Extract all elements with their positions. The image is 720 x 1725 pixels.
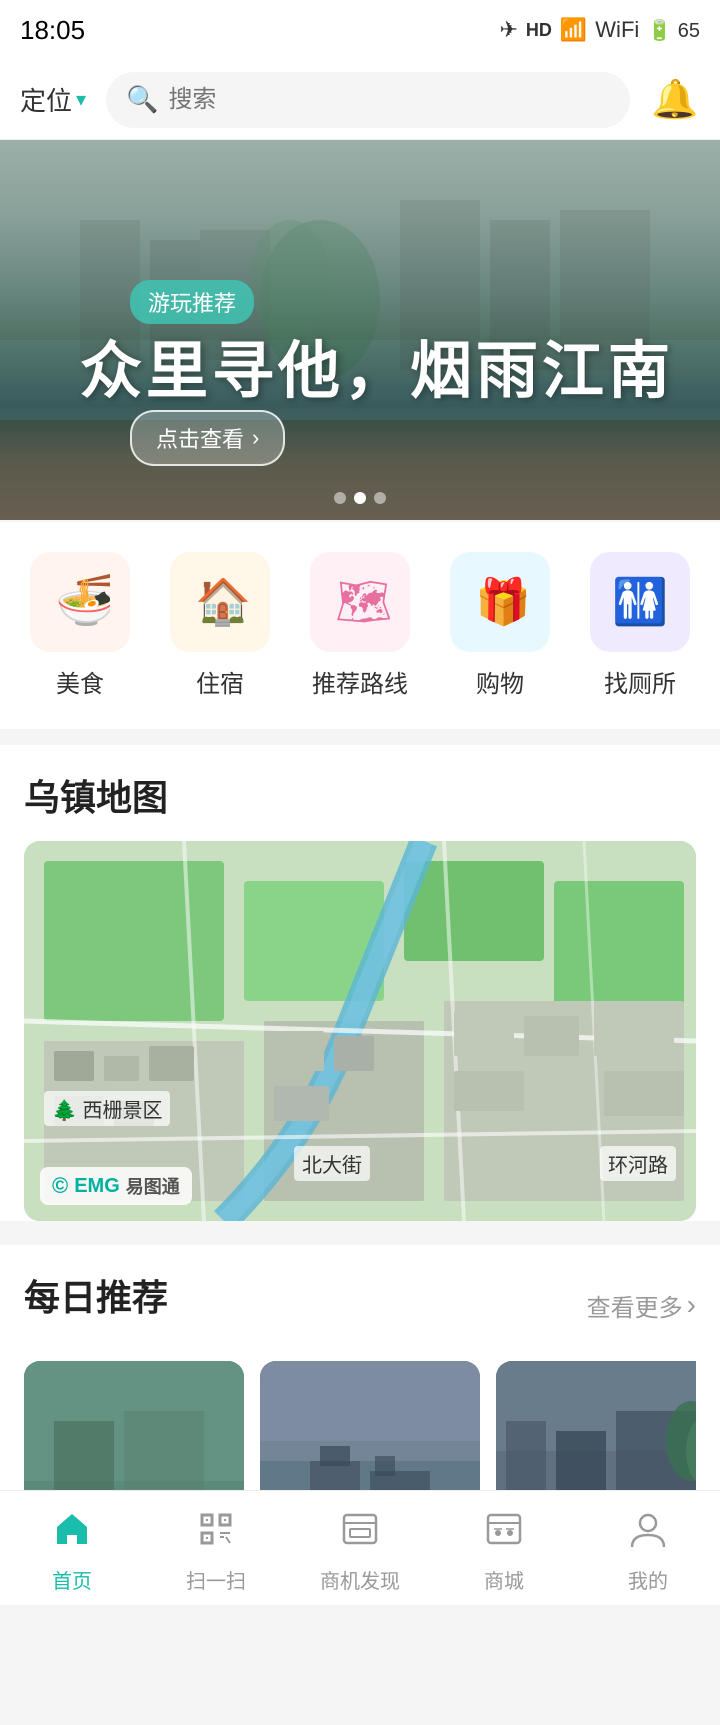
map-label-xizha-text: 🌲 西栅景区 <box>52 1100 162 1122</box>
shop-svg: 🎁 <box>470 572 530 632</box>
discover-label: 商机发现 <box>320 1565 400 1594</box>
category-hotel[interactable]: 🏠 住宿 <box>170 552 270 699</box>
me-icon <box>628 1509 668 1559</box>
svg-text:🚻: 🚻 <box>612 576 668 627</box>
dot-3[interactable] <box>374 492 386 504</box>
home-svg <box>52 1509 92 1549</box>
status-time: 18:05 <box>20 15 85 46</box>
top-nav: 定位 ▾ 🔍 🔔 <box>0 60 720 140</box>
banner-carousel[interactable]: 游玩推荐 众里寻他，烟雨江南 点击查看 › <box>0 140 720 520</box>
banner-tag: 游玩推荐 <box>130 280 254 324</box>
mall-svg <box>484 1509 524 1549</box>
shop-icon-bg: 🎁 <box>450 552 550 652</box>
home-label: 首页 <box>52 1565 92 1594</box>
dot-1[interactable] <box>334 492 346 504</box>
map-logo-sub: 易图通 <box>126 1173 180 1199</box>
hotel-svg: 🏠 <box>190 572 250 632</box>
svg-text:🗺: 🗺 <box>335 576 390 627</box>
route-svg: 🗺 <box>330 572 390 632</box>
map-visual: 🌲 西栅景区 北大街 环河路 © EMG 易图通 <box>24 841 696 1221</box>
more-label: 查看更多 <box>587 1288 683 1323</box>
map-label-huanhe: 环河路 <box>600 1146 676 1181</box>
banner-dots <box>334 492 386 504</box>
svg-text:🎁: 🎁 <box>475 576 530 627</box>
more-link[interactable]: 查看更多 › <box>587 1288 696 1323</box>
category-route[interactable]: 🗺 推荐路线 <box>310 552 410 699</box>
food-label: 美食 <box>56 664 104 699</box>
status-bar: 18:05 ✈ HD 📶 WiFi 🔋 65 <box>0 0 720 60</box>
shop-label: 购物 <box>476 664 524 699</box>
food-icon: 🍜 <box>30 552 130 652</box>
route-label: 推荐路线 <box>312 664 408 699</box>
map-logo-icon: © <box>52 1173 68 1199</box>
daily-header: 每日推荐 查看更多 › <box>24 1269 696 1341</box>
location-label: 定位 <box>20 81 72 118</box>
wc-svg: 🚻 <box>610 572 670 632</box>
svg-text:🏠: 🏠 <box>195 576 250 627</box>
me-svg <box>628 1509 668 1549</box>
dot-2[interactable] <box>354 492 366 504</box>
map-label-beidajie-text: 北大街 <box>302 1155 362 1177</box>
banner-btn-label: 点击查看 <box>156 422 244 454</box>
home-icon <box>52 1509 92 1559</box>
battery-icon: 🔋 65 <box>647 18 700 43</box>
search-input[interactable] <box>168 86 610 114</box>
map-label-huanhe-text: 环河路 <box>608 1155 668 1177</box>
more-arrow-icon: › <box>687 1289 696 1321</box>
daily-title: 每日推荐 <box>24 1269 168 1321</box>
signal-icon: ✈ <box>499 17 517 43</box>
wc-label: 找厕所 <box>604 664 676 699</box>
map-logo-emg: EMG <box>74 1175 120 1198</box>
route-icon-bg: 🗺 <box>310 552 410 652</box>
me-label: 我的 <box>628 1565 668 1594</box>
nav-me[interactable]: 我的 <box>576 1497 720 1594</box>
bell-icon: 🔔 <box>651 78 698 122</box>
banner-btn-arrow-icon: › <box>252 425 259 451</box>
nav-scan[interactable]: 扫一扫 <box>144 1497 288 1594</box>
search-bar[interactable]: 🔍 <box>106 72 630 128</box>
food-svg: 🍜 <box>50 572 110 632</box>
map-label-xizha: 🌲 西栅景区 <box>44 1091 170 1126</box>
hotel-label: 住宿 <box>196 664 244 699</box>
category-shop[interactable]: 🎁 购物 <box>450 552 550 699</box>
category-food[interactable]: 🍜 美食 <box>30 552 130 699</box>
nav-mall[interactable]: 商城 <box>432 1497 576 1594</box>
bottom-nav: 首页 扫一扫 商机发现 <box>0 1490 720 1600</box>
mall-label: 商城 <box>484 1565 524 1594</box>
map-container[interactable]: 🌲 西栅景区 北大街 环河路 © EMG 易图通 <box>24 841 696 1221</box>
signal-bars-icon: 📶 <box>560 17 587 43</box>
nav-discover[interactable]: 商机发现 <box>288 1497 432 1594</box>
scan-svg <box>196 1509 236 1549</box>
location-dropdown-icon: ▾ <box>76 87 86 112</box>
map-label-beidajie: 北大街 <box>294 1146 370 1181</box>
location-button[interactable]: 定位 ▾ <box>20 81 86 118</box>
category-grid: 🍜 美食 🏠 住宿 🗺 推荐路线 🎁 购物 🚻 <box>0 522 720 729</box>
discover-svg <box>340 1509 380 1549</box>
map-section-title: 乌镇地图 <box>24 769 696 821</box>
banner-title: 众里寻他，烟雨江南 <box>80 320 674 410</box>
nav-home[interactable]: 首页 <box>0 1497 144 1594</box>
scan-label: 扫一扫 <box>186 1565 246 1594</box>
hotel-icon-bg: 🏠 <box>170 552 270 652</box>
scan-icon <box>196 1509 236 1559</box>
svg-text:🍜: 🍜 <box>55 572 110 628</box>
wc-icon-bg: 🚻 <box>590 552 690 652</box>
discover-icon <box>340 1509 380 1559</box>
category-wc[interactable]: 🚻 找厕所 <box>590 552 690 699</box>
search-icon: 🔍 <box>126 84 158 115</box>
mall-icon <box>484 1509 524 1559</box>
map-section: 乌镇地图 <box>0 745 720 1221</box>
map-logo: © EMG 易图通 <box>40 1167 192 1205</box>
wifi-icon: WiFi <box>595 17 639 43</box>
network-hd-icon: HD <box>526 20 552 41</box>
bottom-spacer <box>0 1605 720 1725</box>
status-icons: ✈ HD 📶 WiFi 🔋 65 <box>499 17 700 43</box>
banner-cta-button[interactable]: 点击查看 › <box>130 410 285 466</box>
notification-button[interactable]: 🔔 <box>650 75 700 125</box>
